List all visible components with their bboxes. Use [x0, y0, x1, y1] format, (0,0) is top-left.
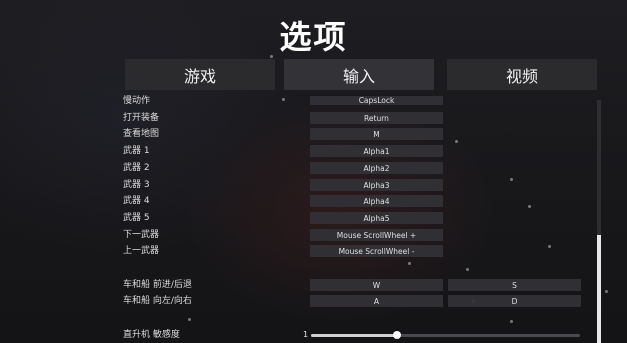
binding-label-vehicle-forward-back: 车和船 前进/后退 — [123, 280, 192, 290]
binding-label-vehicle-left-right: 车和船 向左/向右 — [123, 296, 192, 306]
binding-label-view-map: 查看地图 — [123, 129, 160, 139]
binding-label-slow-motion: 慢动作 — [123, 96, 151, 106]
binding-key-weapon-2[interactable]: Alpha2 — [310, 162, 443, 174]
binding-key-weapon-1[interactable]: Alpha1 — [310, 145, 443, 157]
binding-label-prev-weapon: 上一武器 — [123, 246, 160, 256]
helicopter-sensitivity-label: 直升机 敏感度 — [123, 330, 180, 340]
binding-key-vehicle-right[interactable]: D — [448, 295, 581, 307]
binding-key-weapon-4[interactable]: Alpha4 — [310, 195, 443, 207]
helicopter-sensitivity-slider-fill — [311, 334, 397, 337]
scrollbar-thumb[interactable] — [597, 235, 601, 343]
binding-key-weapon-5[interactable]: Alpha5 — [310, 212, 443, 224]
binding-key-next-weapon[interactable]: Mouse ScrollWheel + — [310, 229, 443, 241]
binding-label-weapon-4: 武器 4 — [123, 196, 150, 206]
binding-label-weapon-1: 武器 1 — [123, 146, 150, 156]
binding-label-next-weapon: 下一武器 — [123, 230, 160, 240]
binding-key-slow-motion[interactable]: CapsLock — [310, 96, 443, 105]
binding-label-weapon-5: 武器 5 — [123, 213, 150, 223]
binding-key-vehicle-forward[interactable]: W — [310, 279, 443, 291]
binding-key-open-inventory[interactable]: Return — [310, 112, 443, 124]
binding-key-prev-weapon[interactable]: Mouse ScrollWheel - — [310, 245, 443, 257]
binding-label-open-inventory: 打开装备 — [123, 113, 160, 123]
binding-label-weapon-2: 武器 2 — [123, 163, 150, 173]
helicopter-sensitivity-value: 1 — [303, 330, 309, 339]
binding-label-weapon-3: 武器 3 — [123, 180, 150, 190]
binding-key-vehicle-back[interactable]: S — [448, 279, 581, 291]
helicopter-sensitivity-slider-handle[interactable] — [393, 331, 401, 339]
binding-key-vehicle-left[interactable]: A — [310, 295, 443, 307]
keybinding-list: 慢动作 CapsLock 打开装备 Return 查看地图 M 武器 1 Alp… — [0, 0, 627, 343]
binding-key-weapon-3[interactable]: Alpha3 — [310, 179, 443, 191]
binding-key-view-map[interactable]: M — [310, 128, 443, 140]
